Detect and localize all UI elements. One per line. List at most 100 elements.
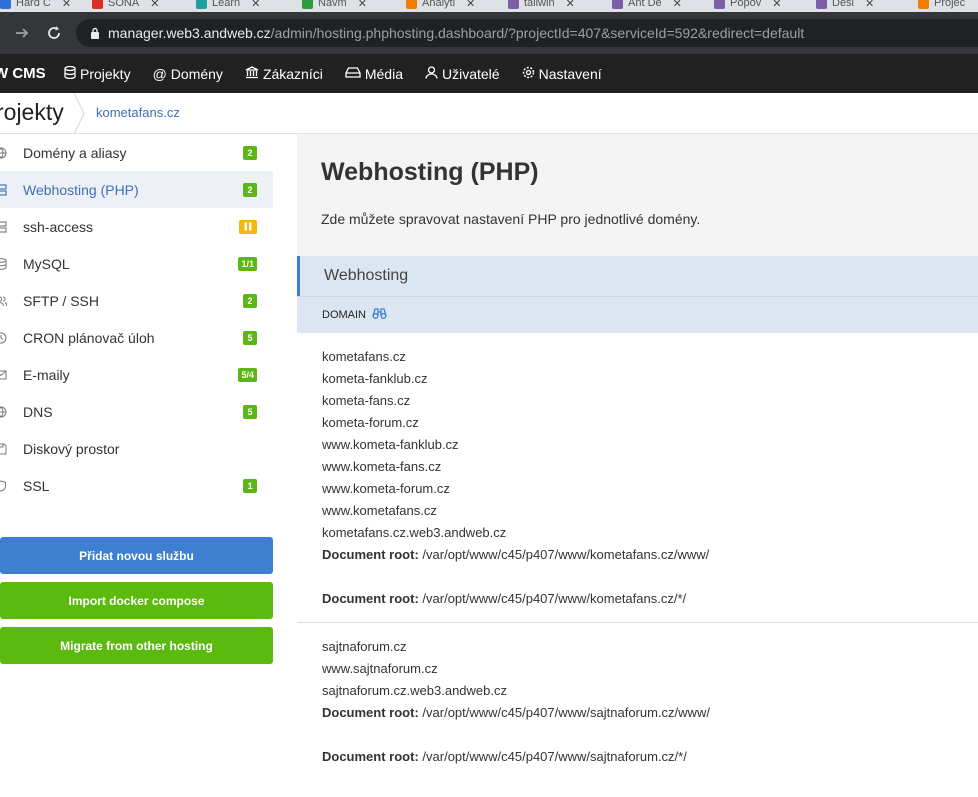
count-badge: 5 [243,404,257,419]
browser-tab[interactable]: tailwin ✕ [508,0,575,12]
migrate-hosting-button[interactable]: Migrate from other hosting [0,627,273,664]
reload-icon[interactable] [40,19,68,47]
favicon-icon [196,0,207,9]
users-icon [0,295,7,306]
favicon-icon [918,0,929,9]
domain-item: kometa-fanklub.cz [322,371,428,386]
forward-arrow-icon[interactable] [8,19,36,47]
lock-icon [90,27,100,39]
browser-tab[interactable]: Projec [918,0,965,12]
sidebar-item-domeny[interactable]: Domény a aliasy 2 [0,134,273,171]
domain-item: www.kometa-fanklub.cz [322,437,459,452]
sidebar-item-cron[interactable]: CRON plánovač úloh 5 [0,319,273,356]
breadcrumb: rojekty kometafans.cz [0,93,978,134]
domain-item: www.sajtnaforum.cz [322,661,438,676]
url-path: /admin/hosting.phphosting.dashboard/?pro… [270,25,805,41]
url-host: manager.web3.andweb.cz [108,25,271,41]
column-domain[interactable]: DOMAIN [322,309,366,321]
breadcrumb-project-link[interactable]: kometafans.cz [96,105,180,120]
count-badge: 1 [243,478,257,493]
favicon-icon [0,0,11,9]
document-root: Document root: /var/opt/www/c45/p407/www… [322,591,687,606]
sidebar-item-webhosting[interactable]: Webhosting (PHP) 2 [0,171,273,208]
mail-icon [0,370,7,379]
domain-item: sajtnaforum.cz.web3.andweb.cz [322,683,507,698]
user-icon [425,65,438,82]
browser-tab[interactable]: Ant De ✕ [612,0,682,12]
close-icon[interactable]: ✕ [358,0,367,10]
favicon-icon [302,0,313,9]
browser-tab[interactable]: Desi ✕ [816,0,874,12]
close-icon[interactable]: ✕ [772,0,781,10]
nav-media[interactable]: Média [345,66,403,82]
main-content: Webhosting (PHP) Zde můžete spravovat na… [297,134,978,779]
page-description: Zde můžete spravovat nastavení PHP pro j… [321,211,701,227]
domain-item: kometafans.cz.web3.andweb.cz [322,525,507,540]
favicon-icon [714,0,725,9]
brand-logo[interactable]: W CMS [0,65,64,82]
sidebar-item-mysql[interactable]: MySQL 1/1 [0,245,273,282]
breadcrumb-root[interactable]: rojekty [0,99,64,126]
count-badge: 5 [243,330,257,345]
save-icon [0,443,7,454]
database-icon [0,257,7,270]
address-bar[interactable]: manager.web3.andweb.cz/admin/hosting.php… [76,19,978,47]
domain-item: kometa-fans.cz [322,393,411,408]
browser-tab[interactable]: Learn ✕ [196,0,260,12]
import-docker-button[interactable]: Import docker compose [0,582,273,619]
table-header: DOMAIN [297,296,978,333]
nav-nastaveni[interactable]: Nastavení [522,66,602,82]
globe-icon [0,406,7,417]
favicon-icon [508,0,519,9]
nav-uzivatele[interactable]: Uživatelé [425,66,500,82]
close-icon[interactable]: ✕ [865,0,874,10]
count-badge: 1/1 [238,256,257,271]
sidebar-item-ssh-access[interactable]: ssh-access [0,208,273,245]
sidebar: Domény a aliasy 2 Webhosting (PHP) 2 ssh… [0,134,296,797]
sidebar-item-ssl[interactable]: SSL 1 [0,467,273,504]
close-icon[interactable]: ✕ [62,0,71,10]
app-navbar: W CMS Projekty @ Domény Zákazníci Média … [0,54,978,93]
nav-projekty[interactable]: Projekty [64,65,131,82]
shield-icon [0,479,6,492]
browser-tab[interactable]: Popov ✕ [714,0,781,12]
close-icon[interactable]: ✕ [150,0,159,10]
domain-item: www.kometafans.cz [322,503,437,518]
browser-tab[interactable]: Hard C ✕ [0,0,71,12]
drive-icon [345,66,361,81]
binoculars-icon[interactable] [372,307,387,319]
sidebar-item-diskovy-prostor[interactable]: Diskový prostor [0,430,273,467]
add-service-button[interactable]: Přidat novou službu [0,537,273,574]
nav-zakaznici[interactable]: Zákazníci [245,66,323,82]
nav-domeny[interactable]: @ Domény [153,66,223,82]
browser-tab[interactable]: Navm ✕ [302,0,367,12]
table-row: sajtnaforum.cz www.sajtnaforum.cz sajtna… [297,623,978,779]
domain-item: sajtnaforum.cz [322,639,407,654]
close-icon[interactable]: ✕ [251,0,260,10]
close-icon[interactable]: ✕ [673,0,682,10]
document-root: Document root: /var/opt/www/c45/p407/www… [322,705,710,720]
count-badge: 2 [243,182,257,197]
count-badge: 2 [243,145,257,160]
section-header: Webhosting [297,256,978,296]
browser-tab[interactable]: SONA ✕ [92,0,159,12]
domain-item: kometa-forum.cz [322,415,419,430]
sidebar-item-emaily[interactable]: E-maily 5/4 [0,356,273,393]
document-root: Document root: /var/opt/www/c45/p407/www… [322,547,710,562]
sidebar-item-dns[interactable]: DNS 5 [0,393,273,430]
close-icon[interactable]: ✕ [566,0,575,10]
at-icon: @ [152,65,167,82]
bank-icon [245,65,259,82]
count-badge: 2 [243,293,257,308]
gear-icon [522,66,535,82]
pause-icon [244,222,252,231]
table-row: kometafans.cz kometa-fanklub.cz kometa-f… [297,333,978,622]
count-badge: 5/4 [238,367,257,382]
browser-toolbar: manager.web3.andweb.cz/admin/hosting.php… [0,12,978,54]
favicon-icon [92,0,103,9]
sidebar-item-sftp-ssh[interactable]: SFTP / SSH 2 [0,282,273,319]
page-title: Webhosting (PHP) [321,158,539,186]
browser-tab[interactable]: Analyti ✕ [406,0,475,12]
favicon-icon [612,0,623,9]
close-icon[interactable]: ✕ [466,0,475,10]
